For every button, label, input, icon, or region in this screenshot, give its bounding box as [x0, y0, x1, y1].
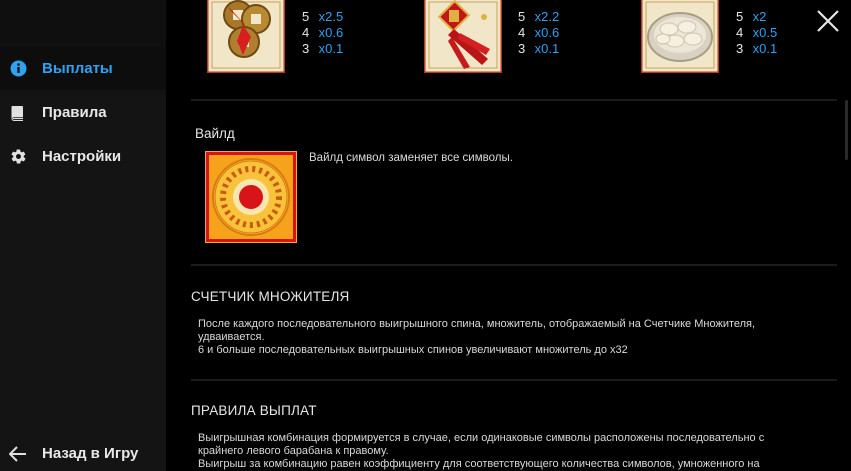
section-divider	[191, 264, 837, 266]
paytable-symbol-3-payouts: 5 x2 4 x0.5 3 x0.1	[736, 9, 777, 57]
wild-description: Вайлд символ заменяет все символы.	[309, 152, 513, 164]
multiplier-value: x2.5	[318, 9, 344, 24]
main-content: 5 x2.5 4 x0.6 3 x0.1 5 x2.2 4 x0.6 3 x0.…	[166, 0, 851, 471]
count-label: 4	[518, 25, 526, 40]
multiplier-value: x0.6	[318, 25, 344, 40]
sidebar-top-spacer	[0, 0, 166, 47]
section-divider	[191, 99, 837, 101]
paytable-symbol-2-payouts: 5 x2.2 4 x0.6 3 x0.1	[518, 9, 559, 57]
multiplier-value: x0.1	[318, 41, 344, 56]
sidebar: Выплаты Правила Настройки Назад в Игру	[0, 0, 166, 471]
multiplier-value: x2.2	[534, 9, 560, 24]
sidebar-item-settings[interactable]: Настройки	[0, 135, 166, 178]
multiplier-value: x0.1	[752, 41, 778, 56]
sidebar-item-payouts[interactable]: Выплаты	[0, 47, 166, 90]
close-icon	[815, 10, 841, 38]
sidebar-item-label: Настройки	[42, 148, 122, 165]
wild-symbol-icon	[204, 150, 298, 244]
multiplier-value: x2	[752, 9, 767, 24]
arrow-left-icon	[9, 445, 27, 463]
sidebar-item-label: Выплаты	[42, 60, 113, 77]
count-label: 3	[518, 41, 526, 56]
count-label: 5	[736, 9, 744, 24]
count-label: 4	[302, 25, 310, 40]
section-divider	[191, 379, 837, 381]
text-line: 6 и больше последовательных выигрышных с…	[198, 344, 628, 356]
text-line: Выигрыш за комбинацию равен коэффициенту…	[198, 458, 760, 470]
count-label: 3	[302, 41, 310, 56]
paytable-symbol-1-payouts: 5 x2.5 4 x0.6 3 x0.1	[302, 9, 343, 57]
count-label: 5	[302, 9, 310, 24]
count-label: 5	[518, 9, 526, 24]
text-line: После каждого последовательного выигрышн…	[198, 318, 756, 330]
text-line: крайнего левого барабана к правому.	[198, 445, 389, 457]
multiplier-value: x0.1	[534, 41, 560, 56]
multiplier-counter-text: После каждого последовательного выигрышн…	[198, 318, 755, 357]
book-icon	[9, 104, 27, 122]
info-icon	[9, 60, 27, 78]
dumplings-symbol-icon	[639, 0, 721, 75]
multiplier-value: x0.6	[534, 25, 560, 40]
back-to-game-button[interactable]: Назад в Игру	[0, 432, 166, 471]
text-line: удваивается.	[198, 331, 265, 343]
gear-icon	[9, 148, 27, 166]
scrollbar[interactable]	[845, 100, 848, 160]
firecracker-symbol-icon	[422, 0, 504, 75]
count-label: 3	[736, 41, 744, 56]
payout-rules-title: ПРАВИЛА ВЫПЛАТ	[191, 403, 317, 418]
multiplier-counter-title: СЧЕТЧИК МНОЖИТЕЛЯ	[191, 289, 350, 304]
text-line: Выигрышная комбинация формируется в случ…	[198, 432, 765, 444]
coins-symbol-icon	[205, 0, 287, 75]
multiplier-value: x0.5	[752, 25, 778, 40]
count-label: 4	[736, 25, 744, 40]
back-to-game-label: Назад в Игру	[42, 445, 139, 462]
payout-rules-text: Выигрышная комбинация формируется в случ…	[198, 432, 764, 471]
sidebar-item-rules[interactable]: Правила	[0, 91, 166, 134]
close-button[interactable]	[815, 8, 841, 34]
sidebar-item-label: Правила	[42, 104, 107, 121]
wild-title: Вайлд	[195, 126, 235, 141]
